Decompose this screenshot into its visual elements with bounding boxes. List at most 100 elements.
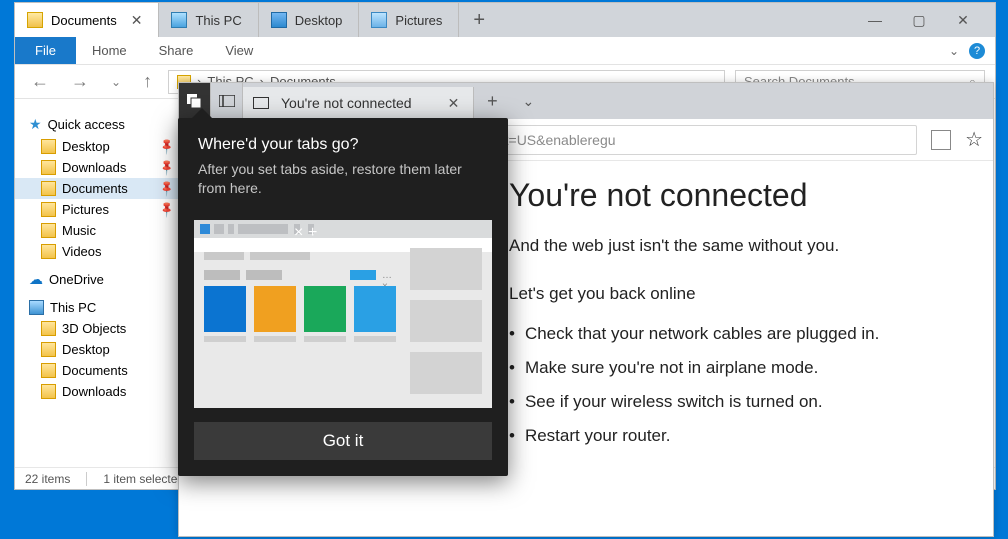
sidebar-label: Desktop [62,139,110,154]
suggestion-list: Check that your network cables are plugg… [509,324,993,446]
coach-illustration: × + … × [194,220,492,408]
ribbon: File Home Share View ⌄ ? [15,37,995,65]
pc-icon [29,300,44,315]
sidebar-label: Videos [62,244,102,259]
window-controls: — ▢ ✕ [857,8,995,33]
sidebar-onedrive[interactable]: ☁ OneDrive [15,268,184,291]
sidebar-item-music[interactable]: Music [15,220,184,241]
tabs-list-icon [219,95,235,107]
folder-icon [41,160,56,175]
close-icon[interactable]: ✕ [131,12,143,29]
ribbon-tab-view[interactable]: View [209,37,269,64]
explorer-tab-pictures[interactable]: Pictures [359,3,459,37]
coach-text: After you set tabs aside, restore them l… [198,160,488,198]
pin-icon: 📌 [158,179,177,198]
star-icon: ★ [29,116,42,133]
page-title: You're not connected [509,177,993,214]
explorer-tab-documents[interactable]: Documents ✕ [15,3,159,37]
folder-icon [41,139,56,154]
sidebar-label: Documents [62,363,128,378]
sidebar-label: Downloads [62,160,126,175]
sidebar-label: OneDrive [49,272,104,287]
page-text: Let's get you back online [509,284,993,304]
recent-chevron-icon[interactable]: ⌄ [105,75,127,89]
edge-tab-title: You're not connected [281,95,412,111]
coach-tooltip: Where'd your tabs go? After you set tabs… [178,118,508,476]
list-item: Check that your network cables are plugg… [509,324,993,344]
got-it-button[interactable]: Got it [194,422,492,460]
edge-new-tab-button[interactable]: + [474,91,510,112]
edge-tab-strip: You're not connected ✕ + ⌄ [179,83,993,119]
folder-icon [41,363,56,378]
folder-icon [41,244,56,259]
folder-icon [41,321,56,336]
show-tabs-aside-button[interactable] [211,83,243,119]
new-tab-button[interactable]: + [459,9,499,32]
sidebar-item-downloads[interactable]: Downloads 📌 [15,157,184,178]
status-selected: 1 item selected [103,472,184,486]
explorer-tab-strip: Documents ✕ This PC Desktop Pictures + —… [15,3,995,37]
minimize-button[interactable]: — [857,8,893,33]
explorer-tab-thispc[interactable]: This PC [159,3,258,37]
tab-label: Documents [51,13,117,28]
maximize-button[interactable]: ▢ [901,8,937,33]
page-icon [253,97,269,109]
sidebar-quick-access[interactable]: ★ Quick access [15,113,184,136]
up-button[interactable]: ↑ [137,71,158,92]
edge-tab[interactable]: You're not connected ✕ [243,87,474,119]
list-item: See if your wireless switch is turned on… [509,392,993,412]
status-item-count: 22 items [25,472,70,486]
sidebar-item-desktop[interactable]: Desktop 📌 [15,136,184,157]
sidebar-label: Pictures [62,202,109,217]
tab-label: This PC [195,13,241,28]
pin-icon: 📌 [158,158,177,177]
sidebar-item-documents2[interactable]: Documents [15,360,184,381]
coach-body: Where'd your tabs go? After you set tabs… [178,118,508,210]
help-icon[interactable]: ? [969,43,985,59]
sidebar-label: 3D Objects [62,321,126,336]
monitor-icon [171,12,187,28]
folder-icon [41,202,56,217]
list-item: Restart your router. [509,426,993,446]
desktop-icon [271,12,287,28]
sidebar-label: Desktop [62,342,110,357]
explorer-tab-desktop[interactable]: Desktop [259,3,360,37]
close-button[interactable]: ✕ [945,8,981,33]
sidebar-label: Quick access [48,117,125,132]
sidebar-label: Music [62,223,96,238]
sidebar-item-pictures[interactable]: Pictures 📌 [15,199,184,220]
close-icon[interactable]: ✕ [448,95,460,112]
sidebar-label: Downloads [62,384,126,399]
tabs-aside-icon [187,94,203,108]
sidebar-item-documents[interactable]: Documents 📌 [15,178,184,199]
sidebar-label: This PC [50,300,96,315]
ribbon-chevron-icon[interactable]: ⌄ [949,44,959,58]
ribbon-tab-share[interactable]: Share [143,37,210,64]
cloud-icon: ☁ [29,271,43,288]
list-item: Make sure you're not in airplane mode. [509,358,993,378]
divider [86,472,87,486]
folder-icon [41,223,56,238]
folder-icon [41,342,56,357]
ribbon-tab-file[interactable]: File [15,37,76,64]
sidebar-item-desktop2[interactable]: Desktop [15,339,184,360]
folder-icon [41,181,56,196]
pin-icon: 📌 [158,200,177,219]
sidebar-item-3dobjects[interactable]: 3D Objects [15,318,184,339]
folder-icon [41,384,56,399]
sidebar-item-downloads2[interactable]: Downloads [15,381,184,402]
coach-title: Where'd your tabs go? [198,136,488,154]
favorite-star-icon[interactable]: ☆ [965,127,983,152]
forward-button[interactable]: → [65,71,95,92]
reading-view-icon[interactable] [931,130,951,150]
tab-label: Pictures [395,13,442,28]
sidebar-thispc[interactable]: This PC [15,297,184,318]
ribbon-tab-home[interactable]: Home [76,37,143,64]
folder-icon [27,12,43,28]
sidebar-item-videos[interactable]: Videos [15,241,184,262]
page-text: And the web just isn't the same without … [509,236,993,256]
pin-icon: 📌 [158,137,177,156]
edge-tab-actions-button[interactable]: ⌄ [510,93,546,110]
sidebar-label: Documents [62,181,128,196]
back-button[interactable]: ← [25,71,55,92]
